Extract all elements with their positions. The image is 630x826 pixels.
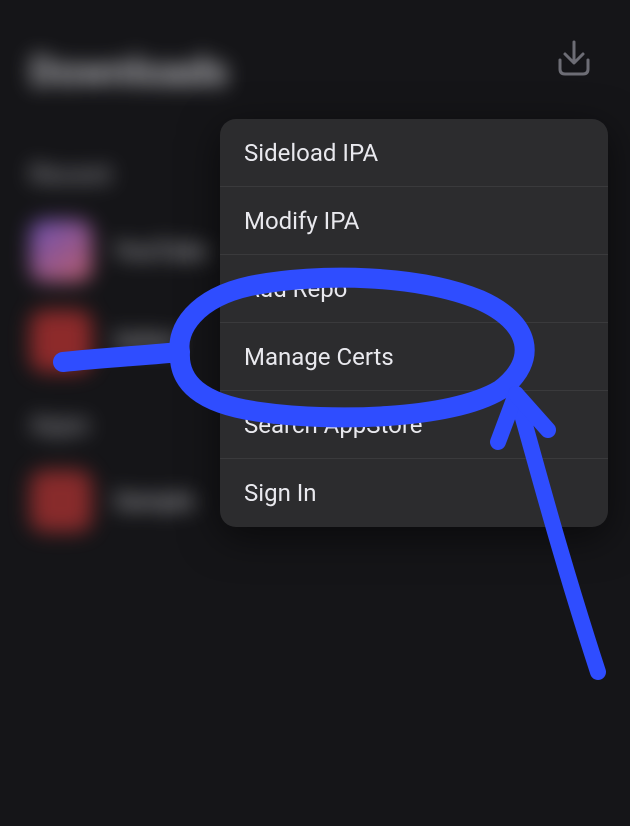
page-title: Downloads: [30, 48, 228, 95]
download-button[interactable]: [546, 30, 602, 86]
menu-item-label: Add Repo: [244, 275, 347, 303]
menu-item-label: Modify IPA: [244, 207, 359, 235]
list-item: Safari: [30, 310, 177, 372]
menu-item-label: Manage Certs: [244, 343, 394, 371]
section-header: Recent: [30, 160, 111, 190]
menu-item-search-appstore[interactable]: Search AppStore: [220, 391, 608, 459]
list-item: YouTube: [30, 220, 208, 282]
menu-item-add-repo[interactable]: Add Repo: [220, 255, 608, 323]
section-header: Apps: [30, 410, 90, 440]
list-item-label: YouTube: [114, 237, 208, 265]
menu-item-modify-ipa[interactable]: Modify IPA: [220, 187, 608, 255]
app-icon: [30, 310, 92, 372]
menu-item-manage-certs[interactable]: Manage Certs: [220, 323, 608, 391]
menu-item-label: Sign In: [244, 479, 317, 507]
menu-item-sideload-ipa[interactable]: Sideload IPA: [220, 119, 608, 187]
app-icon: [30, 470, 92, 532]
menu-item-sign-in[interactable]: Sign In: [220, 459, 608, 527]
download-icon: [552, 36, 596, 80]
menu-item-label: Sideload IPA: [244, 139, 378, 167]
context-menu: Sideload IPA Modify IPA Add Repo Manage …: [220, 119, 608, 527]
list-item-label: Safari: [114, 327, 177, 355]
list-item-label: Sample: [114, 487, 195, 515]
app-icon: [30, 220, 92, 282]
menu-item-label: Search AppStore: [244, 411, 422, 439]
list-item: Sample: [30, 470, 195, 532]
